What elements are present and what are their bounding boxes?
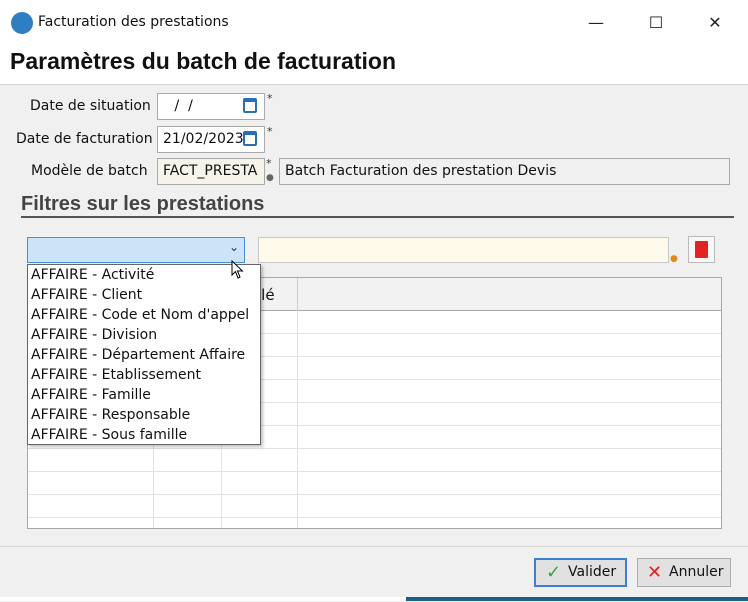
filter-value-input[interactable] <box>258 237 669 263</box>
date-situation-label: Date de situation <box>30 98 151 114</box>
lookup-pin-icon[interactable]: ● <box>266 173 274 183</box>
dropdown-option[interactable]: AFFAIRE - Etablissement <box>31 367 201 383</box>
required-mark: * <box>266 157 272 170</box>
cross-icon: ✕ <box>647 562 663 583</box>
page-title: Paramètres du batch de facturation <box>10 48 396 74</box>
grid-row-line <box>28 517 721 518</box>
taskbar-strip-dark <box>406 597 748 601</box>
lookup-pin-icon[interactable]: ● <box>670 254 678 264</box>
modele-batch-label: Modèle de batch <box>31 163 148 179</box>
required-mark: * <box>267 92 273 105</box>
dropdown-option[interactable]: AFFAIRE - Responsable <box>31 407 190 423</box>
calendar-icon[interactable] <box>243 131 257 146</box>
trash-icon <box>695 241 708 258</box>
app-logo-icon <box>11 12 33 34</box>
minimize-button[interactable]: — <box>573 6 619 40</box>
modele-batch-code-input[interactable]: FACT_PRESTA <box>157 158 265 185</box>
dropdown-option[interactable]: AFFAIRE - Division <box>31 327 157 343</box>
dropdown-option[interactable]: AFFAIRE - Famille <box>31 387 151 403</box>
mouse-cursor-icon <box>231 259 245 284</box>
date-facturation-label: Date de facturation <box>16 131 153 147</box>
required-mark: * <box>267 125 273 138</box>
dropdown-option[interactable]: AFFAIRE - Code et Nom d'appel <box>31 307 249 323</box>
dropdown-option[interactable]: AFFAIRE - Sous famille <box>31 427 187 443</box>
grid-row-line <box>28 471 721 472</box>
cancel-button-label: Annuler <box>669 564 724 580</box>
modele-batch-description: Batch Facturation des prestation Devis <box>279 158 730 185</box>
filters-section-title: Filtres sur les prestations <box>21 193 265 215</box>
close-window-button[interactable]: ✕ <box>692 6 738 40</box>
window-title: Facturation des prestations <box>38 14 229 30</box>
cancel-button[interactable]: ✕ Annuler <box>637 558 731 587</box>
dropdown-option[interactable]: AFFAIRE - Département Affaire <box>31 347 245 363</box>
section-divider <box>21 216 734 218</box>
maximize-button[interactable]: ☐ <box>633 6 679 40</box>
footer-bar <box>0 546 748 602</box>
check-icon: ✓ <box>546 562 562 583</box>
grid-row-line <box>28 448 721 449</box>
grid-row-line <box>28 494 721 495</box>
calendar-icon[interactable] <box>243 98 257 113</box>
grid-col-line <box>297 311 298 528</box>
grid-header-divider <box>297 278 298 311</box>
validate-button-label: Valider <box>568 564 617 580</box>
dropdown-option[interactable]: AFFAIRE - Activité <box>31 267 154 283</box>
filter-field-combo[interactable] <box>27 237 245 263</box>
dropdown-option[interactable]: AFFAIRE - Client <box>31 287 142 303</box>
chevron-down-icon[interactable]: ⌄ <box>229 240 239 254</box>
validate-button[interactable]: ✓ Valider <box>534 558 627 587</box>
